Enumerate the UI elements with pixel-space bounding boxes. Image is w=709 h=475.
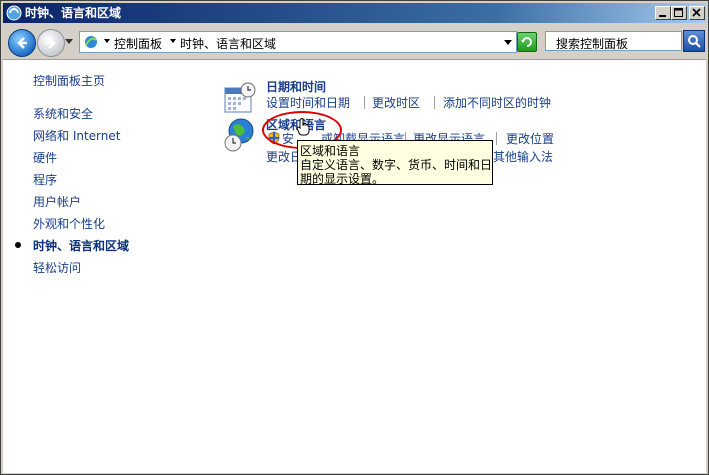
- sidebar-item-user-accounts[interactable]: 用户帐户: [33, 193, 81, 210]
- breadcrumb[interactable]: 控制面板 时钟、语言和区域: [79, 31, 517, 53]
- arrow-left-icon: [17, 37, 27, 49]
- set-time-date-link[interactable]: 设置时间和日期: [266, 94, 350, 111]
- breadcrumb-separator-icon[interactable]: [104, 39, 110, 43]
- search-input[interactable]: 搜索控制面板: [545, 31, 682, 51]
- address-dropdown-icon[interactable]: [504, 40, 512, 45]
- sidebar-item-hardware[interactable]: 硬件: [33, 149, 57, 166]
- sidebar-item-ease-of-access[interactable]: 轻松访问: [33, 259, 81, 276]
- recent-pages-dropdown[interactable]: [65, 39, 73, 45]
- control-panel-icon: [6, 5, 22, 21]
- tooltip: 区域和语言 自定义语言、数字、货币、时间和日 期的显示设置。: [297, 140, 493, 186]
- address-bar: 控制面板 时钟、语言和区域 搜索控制面板: [3, 25, 706, 59]
- sidebar-item-system-security[interactable]: 系统和安全: [33, 105, 93, 122]
- window-title: 时钟、语言和区域: [25, 6, 122, 20]
- change-location-link[interactable]: 更改位置: [506, 130, 554, 147]
- other-input-methods-link[interactable]: 其他输入法: [493, 148, 553, 165]
- close-button[interactable]: [689, 6, 705, 20]
- link-separator: [364, 96, 365, 109]
- hand-cursor-icon: [296, 118, 310, 136]
- minimize-button[interactable]: [655, 6, 671, 20]
- sidebar-home-link[interactable]: 控制面板主页: [33, 72, 105, 89]
- search-icon: [688, 35, 701, 48]
- content-area: 控制面板主页 系统和安全 网络和 Internet 硬件 程序 用户帐户 外观和…: [3, 59, 706, 473]
- add-clocks-link[interactable]: 添加不同时区的时钟: [443, 94, 551, 111]
- back-button[interactable]: [8, 29, 36, 57]
- sidebar-item-clock-language-region[interactable]: 时钟、语言和区域: [15, 237, 130, 254]
- arrow-right-icon: [46, 37, 56, 49]
- sidebar-item-network-internet[interactable]: 网络和 Internet: [33, 127, 120, 144]
- control-panel-window: 时钟、语言和区域 控制面板 时钟、语言和区域 搜索控制面板 控制面板主页 系统和…: [0, 0, 709, 475]
- calendar-clock-icon[interactable]: [223, 82, 257, 116]
- link-separator: [434, 96, 435, 109]
- maximize-button[interactable]: [671, 6, 687, 20]
- breadcrumb-separator-icon[interactable]: [170, 39, 176, 43]
- breadcrumb-clock-language-region[interactable]: 时钟、语言和区域: [180, 35, 276, 52]
- current-item-bullet: [15, 242, 21, 248]
- datetime-title-link[interactable]: 日期和时间: [266, 78, 326, 95]
- link-separator: [496, 132, 497, 145]
- change-timezone-link[interactable]: 更改时区: [372, 94, 420, 111]
- minimize-icon: [659, 15, 666, 17]
- breadcrumb-control-panel[interactable]: 控制面板: [114, 35, 162, 52]
- sidebar-item-label: 时钟、语言和区域: [33, 239, 130, 253]
- search-button[interactable]: [683, 30, 705, 52]
- sidebar-item-programs[interactable]: 程序: [33, 171, 57, 188]
- refresh-button[interactable]: [517, 32, 537, 52]
- search-placeholder: 搜索控制面板: [556, 37, 629, 51]
- tooltip-line: 期的显示设置。: [300, 172, 385, 186]
- globe-clock-icon[interactable]: [223, 118, 257, 154]
- refresh-icon: [521, 37, 532, 47]
- maximize-icon: [674, 8, 683, 17]
- control-panel-icon: [85, 36, 97, 48]
- sidebar-item-appearance[interactable]: 外观和个性化: [33, 215, 105, 232]
- close-icon: [692, 8, 701, 17]
- title-bar[interactable]: 时钟、语言和区域: [3, 3, 706, 23]
- forward-button[interactable]: [37, 29, 65, 57]
